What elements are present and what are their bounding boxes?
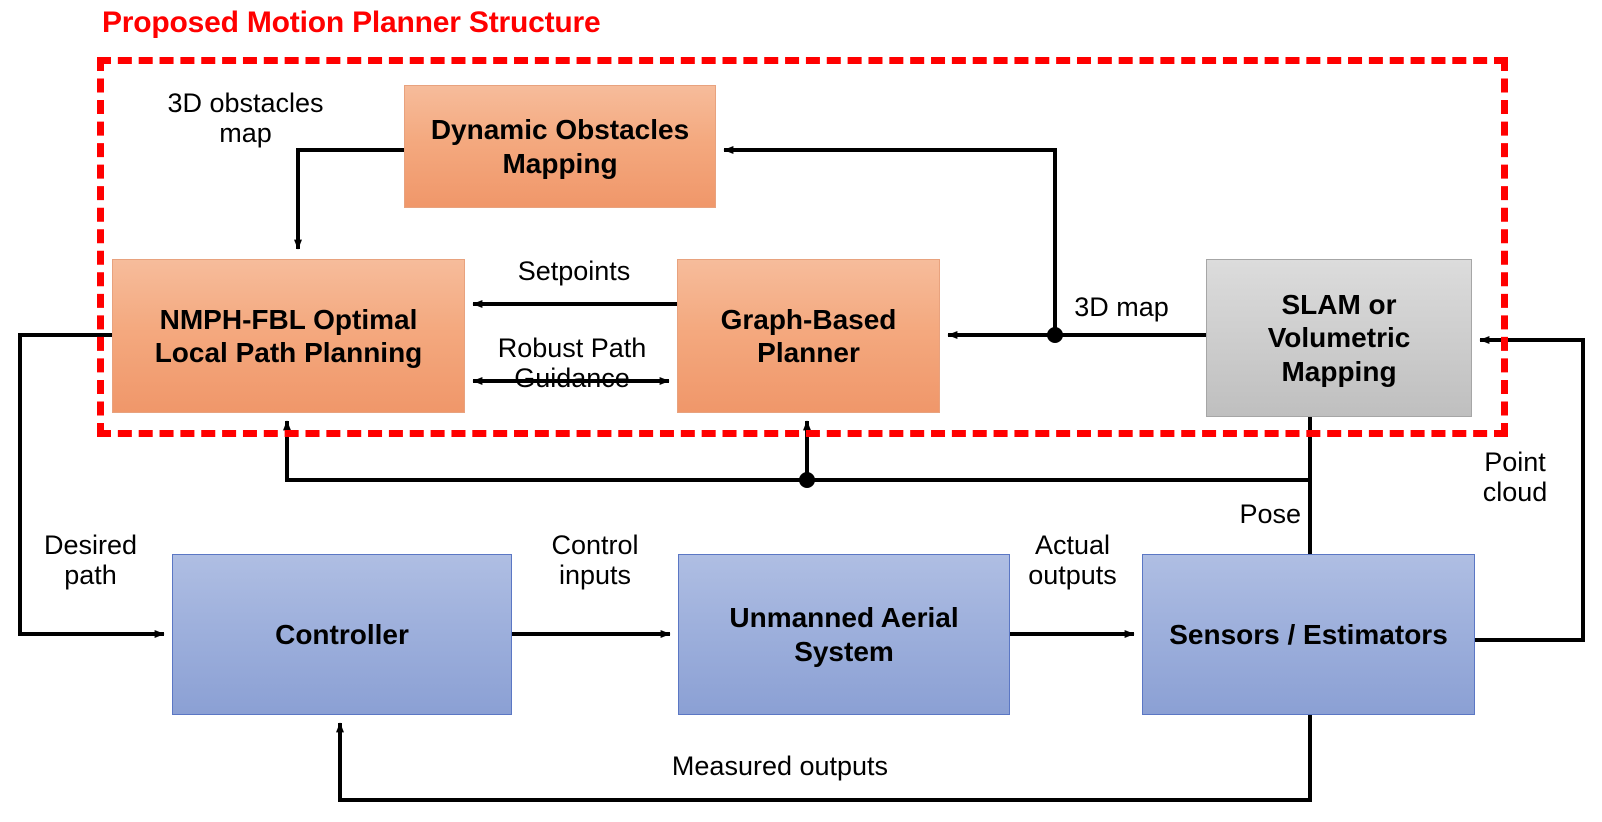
connector-pose-to-nmph xyxy=(283,420,1310,482)
edge-label-3d-obstacles-map: 3D obstacles map xyxy=(143,88,348,148)
edge-label-actual-outputs-line2: outputs xyxy=(1028,559,1117,590)
edge-label-measured-outputs: Measured outputs xyxy=(671,751,889,781)
edge-label-setpoints: Setpoints xyxy=(517,256,631,286)
node-dynamic-obstacles-mapping[interactable]: Dynamic Obstacles Mapping xyxy=(404,85,716,208)
connector-obstacles-map-to-nmph xyxy=(294,148,404,250)
edge-label-point-cloud: Point cloud xyxy=(1460,447,1570,507)
edge-label-robust-path-guidance: Robust Path Guidance xyxy=(487,333,657,393)
edge-label-desired-path-line1: Desired xyxy=(43,530,138,560)
edge-label-robust-path-guidance-line1: Robust Path xyxy=(497,333,647,363)
node-sensors-estimators[interactable]: Sensors / Estimators xyxy=(1142,554,1475,715)
edge-label-desired-path: Desired path xyxy=(28,530,153,590)
node-graph-based-planner[interactable]: Graph-Based Planner xyxy=(677,259,940,413)
node-controller[interactable]: Controller xyxy=(172,554,512,715)
page-title: Proposed Motion Planner Structure xyxy=(102,6,601,39)
junction-dot-pose xyxy=(799,472,815,488)
edge-label-control-inputs-line1: Control xyxy=(551,530,639,560)
edge-label-point-cloud-line2: cloud xyxy=(1482,476,1548,507)
edge-label-3d-map: 3D map xyxy=(1074,292,1169,322)
edge-label-actual-outputs-line1: Actual xyxy=(1034,530,1111,560)
edge-label-3d-obstacles-map-line2: map xyxy=(219,117,272,148)
node-unmanned-aerial-system[interactable]: Unmanned Aerial System xyxy=(678,554,1010,715)
motion-planner-diagram: Proposed Motion Planner Structure Dynami… xyxy=(0,0,1602,822)
junction-dot-3d-map xyxy=(1047,327,1063,343)
edge-label-actual-outputs: Actual outputs xyxy=(1010,530,1135,590)
edge-label-control-inputs-line2: inputs xyxy=(558,559,632,590)
edge-label-desired-path-line2: path xyxy=(64,559,117,590)
edge-label-3d-obstacles-map-line1: 3D obstacles xyxy=(167,88,324,118)
edge-label-control-inputs: Control inputs xyxy=(530,530,660,590)
edge-label-point-cloud-line1: Point xyxy=(1484,447,1546,477)
node-nmph-fbl-optimal-local-path-planning[interactable]: NMPH-FBL Optimal Local Path Planning xyxy=(112,259,465,413)
edge-label-pose: Pose xyxy=(1239,499,1301,529)
edge-label-robust-path-guidance-line2: Guidance xyxy=(514,362,630,393)
node-slam-or-volumetric-mapping[interactable]: SLAM or Volumetric Mapping xyxy=(1206,259,1472,417)
